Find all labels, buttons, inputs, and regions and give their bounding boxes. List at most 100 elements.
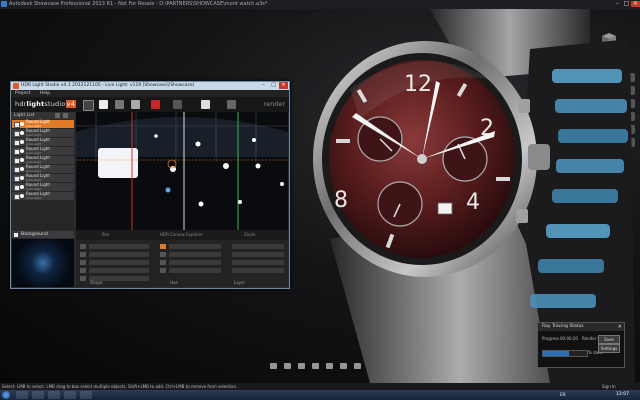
- background-preview: [12, 239, 74, 287]
- hls-menu-bar: Project Help: [11, 90, 289, 97]
- prop-slider-9[interactable]: [232, 244, 284, 249]
- light-list-title: Light List: [14, 113, 35, 118]
- prop-slider-8[interactable]: [169, 268, 221, 273]
- sign-in-link[interactable]: Sign In: [602, 383, 616, 390]
- canvas-bar: Pan HDR Canvas Explorer Zoom: [76, 230, 288, 240]
- light-list-item[interactable]: Round Light Area Light: [12, 156, 74, 164]
- color-slider[interactable]: [169, 244, 221, 249]
- shape-label: Shape: [90, 280, 103, 285]
- add-light-icon[interactable]: [55, 113, 60, 118]
- prop-toggle-7[interactable]: [160, 260, 166, 265]
- rts-close-icon[interactable]: ✕: [618, 323, 622, 331]
- hls-title-bar: HDR Light Studio v4.1 2012121105 - Live …: [11, 82, 289, 90]
- remove-light-icon[interactable]: [63, 113, 68, 118]
- layout-icon[interactable]: [173, 100, 182, 109]
- background-header[interactable]: Background: [12, 231, 74, 238]
- dock-camera-icon[interactable]: [326, 363, 333, 369]
- app-title-text: Autodesk Showcase Professional 2013 R1 -…: [9, 1, 268, 7]
- new-light-icon[interactable]: [83, 100, 94, 111]
- light-list-item[interactable]: Round Light Area Light: [12, 174, 74, 182]
- logo-hdr: hdr: [15, 100, 27, 108]
- preset-icon[interactable]: [131, 100, 140, 109]
- status-message: Select: LMB to select. LMB drag to box s…: [2, 384, 238, 389]
- maximize-button[interactable]: □: [622, 1, 631, 7]
- windows-taskbar: EN 12:07: [0, 390, 640, 400]
- render-progress-fill: [543, 351, 570, 356]
- prop-slider-2[interactable]: [89, 252, 149, 257]
- light-bulb-icon: [20, 185, 24, 189]
- menu-help[interactable]: Help: [40, 91, 50, 96]
- prop-toggle-4[interactable]: [80, 268, 86, 273]
- app-title-bar: Autodesk Showcase Professional 2013 R1 -…: [0, 0, 640, 9]
- hdr-light-studio-window[interactable]: HDR Light Studio v4.1 2012121105 - Live …: [10, 81, 290, 289]
- light-list-item[interactable]: Round Light Area Light: [12, 192, 74, 200]
- prop-slider-6[interactable]: [169, 252, 221, 257]
- system-tray[interactable]: EN: [560, 390, 566, 400]
- zoom-label[interactable]: Zoom: [244, 230, 256, 240]
- prop-toggle-8[interactable]: [160, 268, 166, 273]
- prop-slider-3[interactable]: [89, 260, 149, 265]
- svg-text:8: 8: [334, 188, 348, 213]
- light-list-item[interactable]: Round Light Area Light: [12, 183, 74, 191]
- prop-toggle-6[interactable]: [160, 252, 166, 257]
- light-bulb-icon: [20, 122, 24, 126]
- light-list-item[interactable]: Round Light Area Light: [12, 120, 74, 128]
- settings-button[interactable]: Settings: [598, 344, 620, 353]
- hls-minimize-button[interactable]: –: [259, 82, 268, 89]
- prop-slider-11[interactable]: [232, 260, 284, 265]
- hdr-canvas[interactable]: [76, 112, 288, 230]
- prop-toggle-5[interactable]: [80, 276, 86, 281]
- light-list-item[interactable]: Round Light Area Light: [12, 147, 74, 155]
- prop-slider-1[interactable]: [89, 244, 149, 249]
- light-icon[interactable]: [99, 100, 108, 109]
- hls-maximize-button[interactable]: □: [269, 82, 278, 89]
- light-list-item[interactable]: Round Light Area Light: [12, 165, 74, 173]
- light-list-item[interactable]: Round Light Area Light: [12, 129, 74, 137]
- color-swatch[interactable]: [160, 244, 166, 249]
- shape-icon[interactable]: [115, 100, 124, 109]
- light-bulb-icon: [20, 140, 24, 144]
- dock-render-icon[interactable]: [340, 363, 347, 369]
- minimize-button[interactable]: –: [613, 1, 622, 7]
- start-button[interactable]: [2, 391, 10, 399]
- rts-title: Ray Tracing Status: [542, 324, 584, 329]
- dock-scene-icon[interactable]: [270, 363, 277, 369]
- background-checkbox[interactable]: [14, 232, 18, 237]
- settings-icon[interactable]: [227, 100, 236, 109]
- dock-lights-icon[interactable]: [312, 363, 319, 369]
- light-list-item[interactable]: Round Light Area Light: [12, 138, 74, 146]
- taskbar-app-4[interactable]: [64, 391, 76, 399]
- render-progress-bar: [542, 350, 588, 357]
- prop-slider-12[interactable]: [232, 268, 284, 273]
- taskbar-app-1[interactable]: [16, 391, 28, 399]
- hls-close-button[interactable]: ✕: [279, 82, 288, 89]
- prop-toggle-2[interactable]: [80, 252, 86, 257]
- pan-label[interactable]: Pan: [102, 230, 109, 240]
- close-button[interactable]: ✕: [631, 1, 640, 7]
- taskbar-app-2[interactable]: [32, 391, 44, 399]
- view-icon[interactable]: [201, 100, 210, 109]
- dock-materials-icon[interactable]: [284, 363, 291, 369]
- render-label: render: [263, 100, 285, 108]
- svg-text:4: 4: [466, 190, 480, 215]
- dock-environment-icon[interactable]: [298, 363, 305, 369]
- rts-title-bar: Ray Tracing Status ✕: [538, 323, 624, 331]
- prop-slider-7[interactable]: [169, 260, 221, 265]
- prop-slider-4[interactable]: [89, 268, 149, 273]
- canvas-explorer-label[interactable]: HDR Canvas Explorer: [160, 230, 203, 240]
- save-button[interactable]: Save: [598, 335, 620, 344]
- prop-toggle-3[interactable]: [80, 260, 86, 265]
- progress-label: Progress: [542, 336, 560, 341]
- logo-studio: studio: [44, 100, 66, 108]
- dock-record-icon[interactable]: [354, 363, 361, 369]
- prop-slider-10[interactable]: [232, 252, 284, 257]
- menu-project[interactable]: Project: [15, 91, 30, 96]
- layer-label: Layer: [234, 280, 246, 285]
- light-bulb-icon: [20, 131, 24, 135]
- record-icon[interactable]: [151, 100, 160, 109]
- prop-toggle-1[interactable]: [80, 244, 86, 249]
- taskbar-app-5[interactable]: [80, 391, 92, 399]
- logo-light: light: [26, 100, 45, 108]
- taskbar-app-3[interactable]: [48, 391, 60, 399]
- ray-tracing-status-panel: Ray Tracing Status ✕ Progress 00:00:20 R…: [537, 322, 625, 368]
